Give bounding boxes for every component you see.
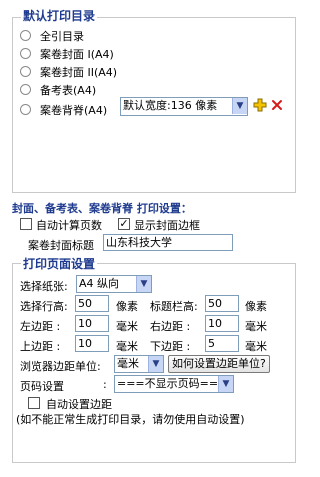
top-margin-unit: 毫米 xyxy=(116,340,138,353)
catalog-option-label: 备考表(A4) xyxy=(40,84,97,97)
spine-width-select[interactable]: 默认宽度:136 像素 ▼ xyxy=(120,97,248,116)
radio-catalog-remarks[interactable] xyxy=(20,84,31,95)
browser-margin-unit-label: 浏览器边距单位: xyxy=(20,360,101,373)
top-margin-label: 上边距 : xyxy=(20,340,61,353)
catalog-option-label: 全引目录 xyxy=(40,30,84,43)
page-setup-legend: 打印页面设置 xyxy=(21,257,98,271)
catalog-option-label: 案卷背脊(A4) xyxy=(40,104,108,117)
catalog-legend: 默认打印目录 xyxy=(21,9,98,23)
show-border-label: 显示封面边框 xyxy=(134,219,200,232)
page-number-label: 页码设置 xyxy=(20,380,64,393)
right-margin-unit: 毫米 xyxy=(245,320,267,333)
print-settings-title: 封面、备考表、案卷背脊 打印设置： xyxy=(12,202,192,215)
auto-margin-label: 自动设置边距 xyxy=(46,398,112,411)
how-to-set-margin-button[interactable]: 如何设置边距单位? xyxy=(168,355,270,373)
row-height-label: 选择行高: xyxy=(20,300,68,313)
radio-catalog-spine[interactable] xyxy=(20,104,31,115)
spine-width-value: 默认宽度:136 像素 xyxy=(123,99,218,112)
page-number-select[interactable]: ===不显示页码=== ▼ xyxy=(114,375,234,393)
radio-catalog-cover-2[interactable] xyxy=(20,66,31,77)
page-number-value: ===不显示页码=== xyxy=(117,377,228,390)
chevron-down-icon: ▼ xyxy=(136,276,151,292)
cover-title-input[interactable]: 山东科技大学 xyxy=(103,234,233,251)
radio-catalog-cover-1[interactable] xyxy=(20,48,31,59)
radio-catalog-full-index[interactable] xyxy=(20,30,31,41)
bottom-margin-label: 下边距 : xyxy=(150,340,191,353)
header-height-label: 标题栏高: xyxy=(150,300,198,313)
close-icon[interactable] xyxy=(271,99,283,111)
cover-title-label: 案卷封面标题 xyxy=(28,239,94,252)
auto-page-count-label: 自动计算页数 xyxy=(36,219,102,232)
paper-value: A4 纵向 xyxy=(79,277,120,290)
left-margin-unit: 毫米 xyxy=(116,320,138,333)
header-height-input[interactable]: 50 xyxy=(205,295,239,312)
catalog-option-label: 案卷封面 I(A4) xyxy=(40,48,114,61)
browser-margin-unit-value: 毫米 xyxy=(117,357,139,370)
row-height-input[interactable]: 50 xyxy=(75,295,109,312)
browser-margin-unit-select[interactable]: 毫米 ▼ xyxy=(114,355,164,373)
paper-label: 选择纸张: xyxy=(20,280,68,293)
chevron-down-icon: ▼ xyxy=(148,356,163,372)
plus-icon[interactable] xyxy=(253,98,267,112)
paper-select[interactable]: A4 纵向 ▼ xyxy=(76,275,152,293)
auto-page-count-checkbox[interactable] xyxy=(20,218,32,230)
chevron-down-icon: ▼ xyxy=(232,98,247,114)
header-height-unit: 像素 xyxy=(245,300,267,313)
auto-margin-checkbox[interactable] xyxy=(28,397,40,409)
row-height-unit: 像素 xyxy=(116,300,138,313)
chevron-down-icon: ▼ xyxy=(218,376,233,392)
auto-margin-hint: (如不能正常生成打印目录，请勿使用自动设置) xyxy=(16,413,245,426)
page-number-colon: : xyxy=(103,378,107,391)
top-margin-input[interactable]: 10 xyxy=(75,335,109,352)
right-margin-label: 右边距 : xyxy=(150,320,191,333)
show-border-checkbox[interactable]: ✓ xyxy=(118,218,130,230)
left-margin-label: 左边距 : xyxy=(20,320,61,333)
bottom-margin-input[interactable]: 5 xyxy=(205,335,239,352)
catalog-option-label: 案卷封面 II(A4) xyxy=(40,66,118,79)
bottom-margin-unit: 毫米 xyxy=(245,340,267,353)
right-margin-input[interactable]: 10 xyxy=(205,315,239,332)
left-margin-input[interactable]: 10 xyxy=(75,315,109,332)
